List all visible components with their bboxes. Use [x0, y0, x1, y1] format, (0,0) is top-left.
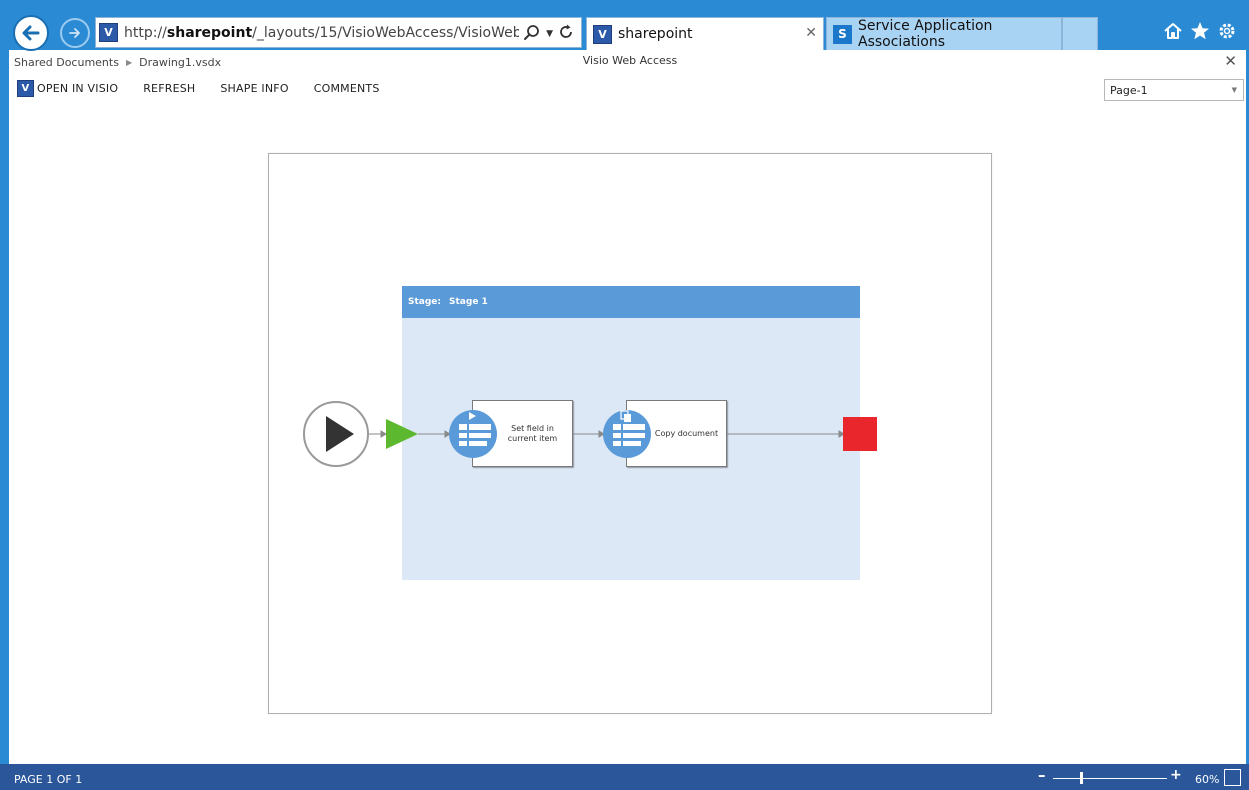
url-scheme: http:// — [124, 24, 167, 41]
sharepoint-icon: S — [833, 24, 852, 44]
browser-window: V http://sharepoint/_layouts/15/VisioWeb… — [0, 0, 1249, 790]
forward-button[interactable] — [60, 18, 90, 48]
zoom-slider-thumb[interactable] — [1080, 772, 1083, 784]
status-bar: PAGE 1 OF 1 – + 60% — [0, 764, 1249, 790]
breadcrumb-item: Drawing1.vsdx — [139, 56, 222, 69]
close-icon[interactable]: ✕ — [1224, 52, 1237, 70]
action-set-field[interactable]: Set field in current item — [472, 400, 573, 467]
breadcrumb: Shared Documents ▶ Drawing1.vsdx — [14, 56, 221, 69]
visio-icon: V — [99, 23, 118, 42]
zoom-slider[interactable] — [1053, 778, 1167, 779]
chevron-down-icon[interactable]: ▼ — [546, 29, 553, 39]
fit-to-page-icon[interactable] — [1224, 769, 1241, 786]
page-select[interactable]: Page-1 ▼ — [1104, 79, 1244, 101]
address-bar[interactable]: V http://sharepoint/_layouts/15/VisioWeb… — [95, 17, 582, 48]
forward-arrow-icon — [69, 28, 80, 38]
toolbar: V OPEN IN VISIO REFRESH SHAPE INFO COMME… — [17, 80, 405, 97]
page-select-value: Page-1 — [1110, 83, 1148, 97]
page-indicator: PAGE 1 OF 1 — [14, 773, 83, 786]
close-tab-icon[interactable]: ✕ — [805, 25, 817, 41]
address-url[interactable]: http://sharepoint/_layouts/15/VisioWebAc… — [124, 25, 519, 41]
home-icon[interactable] — [1162, 20, 1184, 42]
stage-header: Stage: Stage 1 — [402, 286, 860, 318]
zoom-in-button[interactable]: + — [1170, 767, 1182, 783]
search-icon[interactable] — [523, 24, 541, 42]
zoom-out-button[interactable]: – — [1038, 766, 1046, 784]
url-path: /_layouts/15/VisioWebAccess/VisioWebAcce — [252, 24, 519, 41]
back-arrow-icon — [22, 25, 40, 41]
gear-icon[interactable] — [1216, 20, 1238, 42]
app-title: Visio Web Access — [582, 54, 678, 67]
stage-label: Stage: — [408, 297, 442, 307]
new-tab-button[interactable] — [1062, 17, 1098, 50]
comments-button[interactable]: COMMENTS — [314, 82, 380, 95]
action-label: Copy document — [654, 428, 719, 438]
tab-sharepoint[interactable]: V sharepoint ✕ — [586, 17, 824, 50]
visio-icon: V — [17, 80, 34, 97]
favorites-star-icon[interactable] — [1189, 20, 1211, 42]
shape-info-button[interactable]: SHAPE INFO — [220, 82, 288, 95]
tab-label: sharepoint — [618, 26, 693, 42]
stage-name: Stage 1 — [449, 297, 488, 307]
visio-icon: V — [593, 24, 612, 44]
comments-label: COMMENTS — [313, 82, 380, 95]
open-in-visio-button[interactable]: V OPEN IN VISIO — [17, 80, 118, 97]
refresh-icon[interactable] — [557, 23, 575, 41]
refresh-label: REFRESH — [143, 82, 196, 95]
chevron-down-icon: ▼ — [1231, 86, 1237, 94]
breadcrumb-item[interactable]: Shared Documents — [14, 56, 119, 69]
breadcrumb-separator-icon: ▶ — [125, 58, 133, 67]
open-in-visio-label: OPEN IN VISIO — [37, 82, 119, 95]
window-border — [0, 50, 9, 764]
back-button[interactable] — [13, 15, 49, 51]
action-label: Set field in current item — [507, 423, 558, 443]
tab-label: Service Application Associations — [858, 18, 993, 50]
action-copy-document[interactable]: Copy document — [626, 400, 727, 467]
shape-info-label: SHAPE INFO — [220, 82, 289, 95]
url-host: sharepoint — [166, 24, 253, 41]
tab-service-application-associations[interactable]: S Service Application Associations — [826, 17, 1062, 50]
zoom-level: 60% — [1195, 773, 1220, 786]
refresh-button[interactable]: REFRESH — [143, 82, 195, 95]
